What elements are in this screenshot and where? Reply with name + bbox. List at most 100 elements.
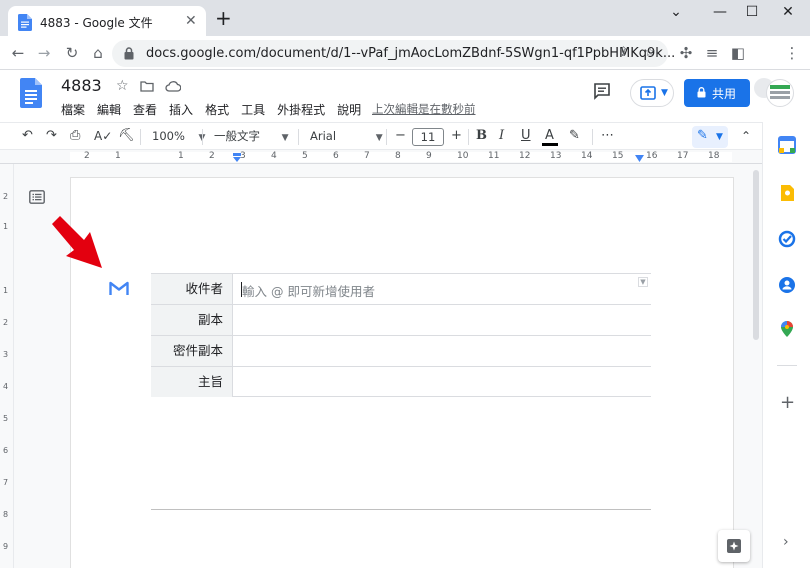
more-tools-icon[interactable]: ⋯ bbox=[601, 128, 614, 144]
side-panel: + › bbox=[762, 122, 810, 568]
menu-view[interactable]: 查看 bbox=[133, 101, 157, 118]
comment-history-icon[interactable] bbox=[593, 82, 611, 100]
draft-row-cc: 副本 bbox=[151, 304, 651, 335]
scrollbar-thumb[interactable] bbox=[753, 170, 759, 340]
font-select[interactable]: Arial ▼ bbox=[310, 128, 383, 146]
maps-icon[interactable] bbox=[778, 320, 796, 338]
cc-field[interactable] bbox=[232, 305, 651, 335]
tab-close-icon[interactable]: ✕ bbox=[185, 13, 197, 29]
decrease-font-size-button[interactable]: − bbox=[395, 128, 406, 144]
menu-format[interactable]: 格式 bbox=[205, 101, 229, 118]
docs-logo-icon[interactable] bbox=[20, 78, 42, 108]
chevron-down-icon: ▼ bbox=[281, 133, 289, 143]
menu-tools[interactable]: 工具 bbox=[241, 101, 265, 118]
maximize-icon[interactable]: ☐ bbox=[738, 4, 766, 20]
increase-font-size-button[interactable]: + bbox=[451, 128, 462, 144]
reload-icon[interactable]: ↻ bbox=[62, 43, 82, 63]
subject-field[interactable] bbox=[232, 367, 651, 397]
share-button[interactable]: 共用 bbox=[684, 79, 750, 107]
chevron-down-icon: ▼ bbox=[375, 133, 383, 143]
minimize-icon[interactable]: — bbox=[706, 4, 734, 20]
undo-icon[interactable]: ↶ bbox=[22, 128, 33, 144]
document-page[interactable]: 收件者 輸入 @ 即可新增使用者 ▼ 副本 密件副本 主旨 bbox=[71, 178, 733, 568]
font-size-input[interactable]: 11 bbox=[412, 128, 444, 146]
email-draft-template: 收件者 輸入 @ 即可新增使用者 ▼ 副本 密件副本 主旨 bbox=[151, 273, 651, 397]
contacts-icon[interactable] bbox=[778, 276, 796, 294]
present-dropdown-icon: ▼ bbox=[661, 88, 668, 98]
document-outline-icon[interactable] bbox=[29, 190, 45, 204]
horizontal-ruler[interactable]: 2 1 1 2 3 4 5 6 7 8 9 10 11 12 13 14 15 … bbox=[0, 150, 762, 164]
present-icon bbox=[640, 86, 656, 100]
style-select[interactable]: 一般文字 ▼ bbox=[214, 128, 289, 146]
paint-format-icon[interactable]: ⛏ bbox=[118, 128, 135, 144]
collapse-menus-icon[interactable]: ⌃ bbox=[741, 128, 751, 144]
tab-search-icon[interactable]: ⌄ bbox=[662, 4, 690, 20]
close-window-icon[interactable]: ✕ bbox=[774, 4, 802, 20]
redo-icon[interactable]: ↷ bbox=[46, 128, 57, 144]
calendar-icon[interactable] bbox=[778, 136, 796, 154]
ruler-mark: 7 bbox=[364, 151, 370, 161]
reading-list-icon[interactable]: ≡ bbox=[702, 43, 722, 63]
ruler-mark: 17 bbox=[677, 151, 689, 161]
ruler-mark: 1 bbox=[115, 151, 121, 161]
editing-mode-button[interactable]: ✎ ▼ bbox=[692, 126, 728, 148]
right-indent-marker-icon[interactable] bbox=[635, 155, 644, 162]
last-edit-status[interactable]: 上次編輯是在數秒前 bbox=[372, 101, 476, 117]
present-button[interactable]: ▼ bbox=[630, 79, 674, 107]
ruler-mark: 4 bbox=[271, 151, 277, 161]
docs-icon bbox=[18, 14, 32, 31]
highlight-icon[interactable]: ✎ bbox=[569, 128, 580, 144]
back-icon[interactable]: ← bbox=[8, 43, 28, 63]
expand-panel-icon[interactable]: › bbox=[783, 534, 789, 550]
ruler-mark: 11 bbox=[488, 151, 500, 161]
chrome-menu-icon[interactable]: ⋮ bbox=[782, 43, 802, 63]
vruler-mark: 8 bbox=[3, 510, 9, 519]
share-page-icon[interactable]: ⇪ bbox=[618, 45, 629, 60]
vertical-ruler[interactable]: 2 1 1 2 3 4 5 6 7 8 9 bbox=[0, 164, 14, 568]
vertical-scrollbar[interactable] bbox=[750, 164, 762, 568]
ruler-mark: 16 bbox=[646, 151, 658, 161]
menu-addons[interactable]: 外掛程式 bbox=[277, 101, 325, 118]
new-tab-button[interactable]: + bbox=[215, 8, 232, 28]
star-icon[interactable]: ☆ bbox=[116, 78, 129, 94]
underline-icon[interactable]: U bbox=[521, 128, 531, 144]
spellcheck-icon[interactable]: A✓ bbox=[94, 128, 112, 144]
italic-icon[interactable]: I bbox=[499, 128, 504, 144]
side-panel-icon[interactable]: ◧ bbox=[728, 43, 748, 63]
keep-icon[interactable] bbox=[778, 184, 796, 202]
add-addon-icon[interactable]: + bbox=[780, 392, 795, 413]
menu-insert[interactable]: 插入 bbox=[169, 101, 193, 118]
print-icon[interactable]: ⎙ bbox=[70, 128, 80, 144]
ruler-mark: 2 bbox=[209, 151, 215, 161]
bold-icon[interactable]: B bbox=[476, 128, 487, 144]
menu-help[interactable]: 說明 bbox=[337, 101, 361, 118]
home-icon[interactable]: ⌂ bbox=[88, 43, 108, 63]
bookmark-star-icon[interactable]: ☆ bbox=[644, 45, 656, 60]
toolbar-divider bbox=[468, 129, 469, 145]
ruler-mark: 12 bbox=[519, 151, 531, 161]
bcc-field[interactable] bbox=[232, 336, 651, 366]
forward-icon[interactable]: → bbox=[34, 43, 54, 63]
account-avatar[interactable] bbox=[766, 79, 794, 107]
text-color-icon[interactable]: A bbox=[545, 128, 554, 144]
gmail-draft-icon[interactable] bbox=[109, 281, 129, 296]
zoom-select[interactable]: 100% ▼ bbox=[152, 128, 205, 146]
left-indent-marker-icon[interactable] bbox=[232, 153, 242, 162]
move-folder-icon[interactable] bbox=[140, 80, 154, 92]
cloud-saved-icon[interactable] bbox=[165, 80, 181, 92]
vruler-mark: 7 bbox=[3, 478, 9, 487]
chevron-down-icon[interactable]: ▼ bbox=[638, 277, 648, 287]
ruler-mark: 8 bbox=[395, 151, 401, 161]
tasks-icon[interactable] bbox=[778, 230, 796, 248]
to-field[interactable]: 輸入 @ 即可新增使用者 ▼ bbox=[232, 274, 651, 304]
lock-icon bbox=[124, 47, 134, 60]
extensions-icon[interactable]: ✣ bbox=[676, 43, 696, 63]
menu-file[interactable]: 檔案 bbox=[61, 101, 85, 118]
vruler-mark: 1 bbox=[3, 222, 9, 231]
explore-button[interactable] bbox=[718, 530, 750, 562]
document-title[interactable]: 4883 bbox=[61, 76, 102, 95]
menu-edit[interactable]: 編輯 bbox=[97, 101, 121, 118]
browser-tab[interactable]: 4883 - Google 文件 ✕ bbox=[8, 6, 206, 36]
ruler-mark: 18 bbox=[708, 151, 720, 161]
omnibox[interactable]: docs.google.com/document/d/1--vPaf_jmAoc… bbox=[112, 40, 675, 67]
